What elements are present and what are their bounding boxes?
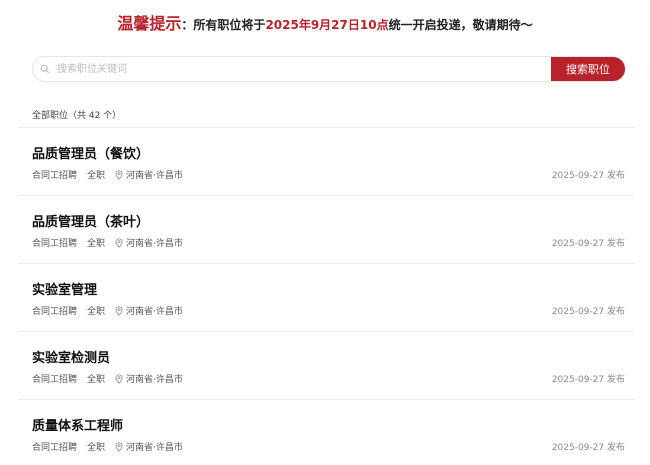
job-location: 河南省·许昌市 (126, 375, 183, 385)
job-location: 河南省·许昌市 (126, 171, 183, 181)
notice-text-after: 统一开启投递，敬请期待～ (388, 18, 533, 32)
job-title[interactable]: 品质管理员（茶叶） (32, 211, 149, 230)
notice-banner: 温馨提示：所有职位将于2025年9月27日10点统一开启投递，敬请期待～ (0, 10, 650, 34)
job-meta: 合同工招聘 全职 河南省·许昌市 (32, 440, 183, 453)
job-title[interactable]: 实验室检测员 (32, 347, 110, 366)
job-publish-date: 2025-09-27 发布 (551, 443, 625, 453)
job-location: 河南省·许昌市 (126, 443, 183, 453)
job-publish-date: 2025-09-27 发布 (551, 171, 625, 181)
job-location: 河南省·许昌市 (126, 307, 183, 317)
job-publish-date: 2025-09-27 发布 (551, 375, 625, 385)
search-button[interactable]: 搜索职位 (551, 57, 625, 81)
job-type: 合同工招聘 (32, 443, 78, 453)
job-meta: 合同工招聘 全职 河南省·许昌市 (32, 304, 183, 317)
job-nature: 全职 (87, 239, 106, 249)
job-meta: 合同工招聘 全职 河南省·许昌市 (32, 236, 183, 249)
job-title[interactable]: 品质管理员（餐饮） (32, 143, 149, 162)
location-pin-icon (115, 169, 123, 180)
job-item[interactable]: 实验室管理 合同工招聘 全职 河南省·许昌市 2025-09-27 发布 (18, 264, 635, 332)
job-publish-date: 2025-09-27 发布 (551, 307, 625, 317)
location-pin-icon (115, 373, 123, 384)
job-meta: 合同工招聘 全职 河南省·许昌市 (32, 168, 183, 181)
location-pin-icon (115, 441, 123, 452)
search-bar: 搜索职位 (32, 56, 626, 82)
job-item[interactable]: 质量体系工程师 合同工招聘 全职 河南省·许昌市 2025-09-27 发布 (18, 400, 635, 465)
notice-colon: ： (181, 18, 194, 32)
notice-date: 2025年9月27日10点 (265, 18, 389, 32)
job-publish-date: 2025-09-27 发布 (551, 239, 625, 249)
job-nature: 全职 (87, 171, 106, 181)
job-title[interactable]: 实验室管理 (32, 279, 97, 298)
job-item[interactable]: 实验室检测员 合同工招聘 全职 河南省·许昌市 2025-09-27 发布 (18, 332, 635, 400)
location-pin-icon (115, 237, 123, 248)
search-input[interactable] (57, 57, 551, 81)
location-pin-icon (115, 305, 123, 316)
notice-text-before: 所有职位将于 (193, 18, 266, 32)
job-meta: 合同工招聘 全职 河南省·许昌市 (32, 372, 183, 385)
notice-label: 温馨提示 (117, 14, 182, 33)
search-icon (33, 57, 57, 81)
job-title[interactable]: 质量体系工程师 (32, 415, 123, 434)
job-location: 河南省·许昌市 (126, 239, 183, 249)
job-type: 合同工招聘 (32, 375, 78, 385)
job-count-summary: 全部职位（共 42 个） (32, 111, 122, 121)
job-item[interactable]: 品质管理员（餐饮） 合同工招聘 全职 河南省·许昌市 2025-09-27 发布 (18, 128, 635, 196)
job-type: 合同工招聘 (32, 239, 78, 249)
job-type: 合同工招聘 (32, 171, 78, 181)
job-nature: 全职 (87, 307, 106, 317)
job-list: 品质管理员（餐饮） 合同工招聘 全职 河南省·许昌市 2025-09-27 发布… (18, 128, 635, 465)
job-type: 合同工招聘 (32, 307, 78, 317)
job-item[interactable]: 品质管理员（茶叶） 合同工招聘 全职 河南省·许昌市 2025-09-27 发布 (18, 196, 635, 264)
job-nature: 全职 (87, 375, 106, 385)
job-nature: 全职 (87, 443, 106, 453)
